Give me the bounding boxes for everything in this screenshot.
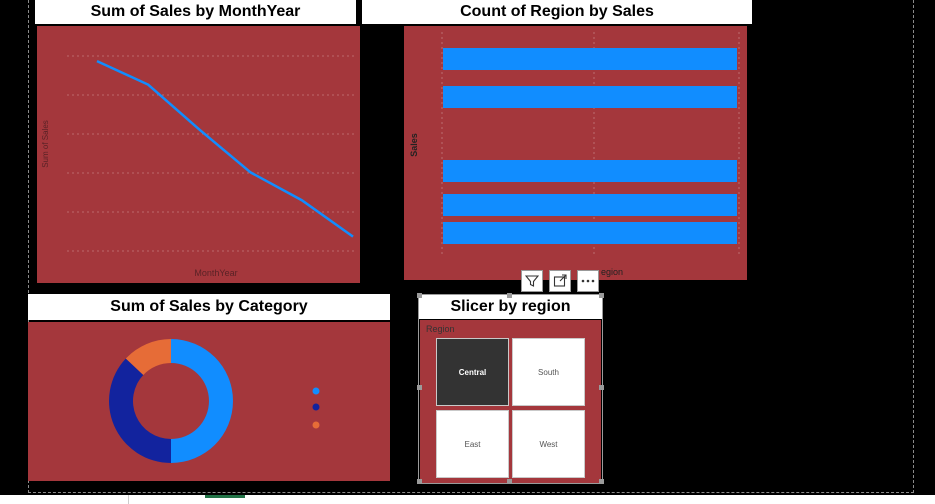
bar-chart-xlabel: egion (601, 267, 623, 277)
slicer-option-west[interactable]: West (512, 410, 585, 478)
donut-chart-plot (28, 322, 390, 481)
tab-divider (128, 495, 129, 504)
slicer-option-central[interactable]: Central (436, 338, 509, 406)
region-slicer[interactable]: Slicer by region Region Central South Ea… (417, 293, 604, 484)
donut-slice (109, 358, 171, 463)
slicer-option-east[interactable]: East (436, 410, 509, 478)
bar-chart-svg: Sales egion (409, 32, 740, 277)
page-tabs-bar (0, 495, 935, 504)
donut-slice (171, 339, 233, 463)
line-chart-plot: Sum of Sales MonthYear (37, 26, 360, 283)
slicer-title: Slicer by region (419, 295, 602, 319)
line-chart-ylabel: Sum of Sales (41, 120, 50, 168)
bar-chart-visual[interactable]: Count of Region by Sales Sales egion (360, 0, 752, 283)
resize-handle[interactable] (417, 385, 422, 390)
line-chart-title: Sum of Sales by MonthYear (35, 0, 356, 24)
bar-chart-plot: Sales egion (404, 26, 747, 280)
resize-handle[interactable] (417, 293, 422, 298)
filter-icon[interactable] (521, 270, 543, 292)
focus-mode-icon[interactable] (549, 270, 571, 292)
slicer-body: Region Central South East West (420, 320, 601, 483)
resize-handle[interactable] (599, 293, 604, 298)
bar-chart-bar (443, 194, 737, 216)
donut-legend-marker (312, 403, 320, 411)
resize-handle[interactable] (599, 479, 604, 484)
bar-chart-bar (443, 160, 737, 182)
slicer-header: Region (426, 324, 455, 334)
donut-legend-marker (312, 421, 320, 429)
donut-chart-visual[interactable]: Sum of Sales by Category (28, 294, 390, 484)
bar-chart-ylabel: Sales (409, 133, 419, 157)
line-chart-xlabel: MonthYear (194, 268, 237, 278)
resize-handle[interactable] (599, 385, 604, 390)
line-chart-svg: Sum of Sales MonthYear (41, 55, 355, 278)
resize-handle[interactable] (507, 293, 512, 298)
resize-handle[interactable] (507, 479, 512, 484)
resize-handle[interactable] (417, 479, 422, 484)
donut-chart-svg (109, 339, 320, 463)
bar-chart-bar (443, 222, 737, 244)
more-options-icon[interactable] (577, 270, 599, 292)
donut-legend-marker (312, 387, 320, 395)
bar-chart-bar (443, 86, 737, 108)
line-chart-series-line (96, 59, 354, 238)
slicer-option-south[interactable]: South (512, 338, 585, 406)
bar-chart-title: Count of Region by Sales (362, 0, 752, 24)
line-chart-visual[interactable]: Sum of Sales by MonthYear Sum of Sales M… (28, 0, 360, 283)
active-page-tab-indicator[interactable] (205, 495, 245, 498)
donut-chart-title: Sum of Sales by Category (28, 294, 390, 320)
bar-chart-bar (443, 48, 737, 70)
